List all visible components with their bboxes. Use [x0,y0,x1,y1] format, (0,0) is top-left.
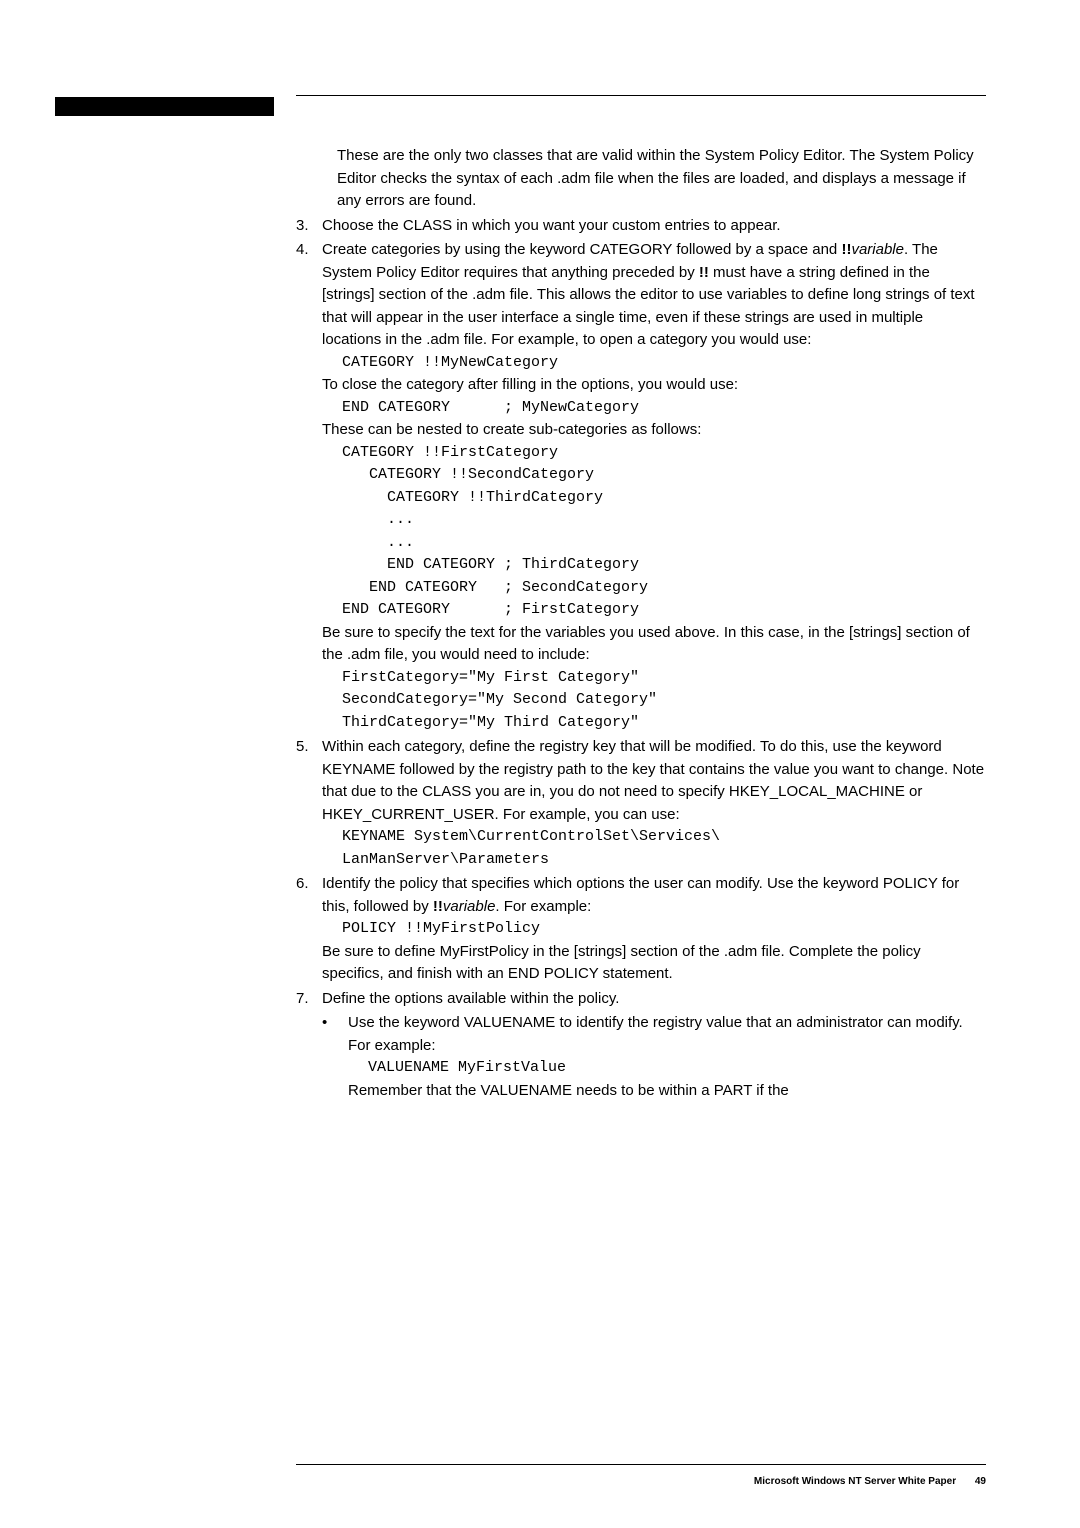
bullet: • [322,1012,348,1102]
code-block: KEYNAME System\CurrentControlSet\Service… [342,826,986,871]
code-block: CATEGORY !!MyNewCategory [342,352,986,375]
list-item-6: 6. Identify the policy that specifies wh… [296,873,986,986]
list-number: 7. [296,988,322,1103]
text: Identify the policy that specifies which… [322,875,959,915]
code-block: VALUENAME MyFirstValue [368,1057,986,1080]
list-body: Within each category, define the registr… [322,736,986,871]
list-item-7: 7. Define the options available within t… [296,988,986,1103]
text: Use the keyword VALUENAME to identify th… [348,1012,986,1057]
list-body: Identify the policy that specifies which… [322,873,986,986]
italic-text: variable [443,898,496,915]
header-black-bar [55,97,274,116]
text: To close the category after filling in t… [322,374,986,397]
code-block: END CATEGORY ; MyNewCategory [342,397,986,420]
bold-text: !! [841,241,851,258]
footer: Microsoft Windows NT Server White Paper … [754,1474,986,1489]
footer-title: Microsoft Windows NT Server White Paper [754,1476,956,1487]
footer-rule [296,1464,986,1465]
code-block: POLICY !!MyFirstPolicy [342,918,986,941]
list-item-4: 4. Create categories by using the keywor… [296,239,986,734]
list-body: Choose the CLASS in which you want your … [322,215,986,238]
text: Create categories by using the keyword C… [322,241,841,258]
text: Remember that the VALUENAME needs to be … [348,1080,986,1103]
page-content: These are the only two classes that are … [0,0,1080,1102]
sub-list-body: Use the keyword VALUENAME to identify th… [348,1012,986,1102]
list-body: Create categories by using the keyword C… [322,239,986,734]
header-rule [296,95,986,96]
sub-list-item: • Use the keyword VALUENAME to identify … [322,1012,986,1102]
text: Be sure to define MyFirstPolicy in the [… [322,941,986,986]
list-item-5: 5. Within each category, define the regi… [296,736,986,871]
text: . For example: [495,898,591,915]
code-block: FirstCategory="My First Category" Second… [342,667,986,735]
italic-text: variable [851,241,904,258]
text: Define the options available within the … [322,988,986,1011]
bold-text: !! [699,264,709,281]
list-number: 3. [296,215,322,238]
list-number: 6. [296,873,322,986]
code-block: CATEGORY !!FirstCategory CATEGORY !!Seco… [342,442,986,622]
list-number: 5. [296,736,322,871]
list-body: Define the options available within the … [322,988,986,1103]
text: Within each category, define the registr… [322,736,986,826]
page-number: 49 [975,1476,986,1487]
list-number: 4. [296,239,322,734]
bold-text: !! [433,898,443,915]
text: These can be nested to create sub-catego… [322,419,986,442]
intro-paragraph: These are the only two classes that are … [337,145,986,213]
text: Be sure to specify the text for the vari… [322,622,986,667]
list-item-3: 3. Choose the CLASS in which you want yo… [296,215,986,238]
